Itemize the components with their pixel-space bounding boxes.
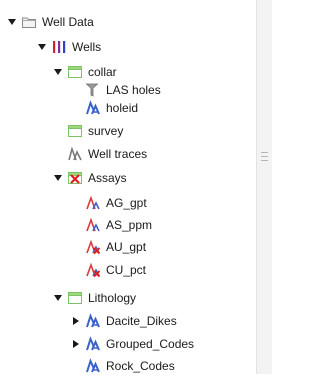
well-data-tree: Well Data Wells collar LAS holes holeid bbox=[0, 0, 256, 374]
tree-node-las-holes[interactable]: LAS holes bbox=[85, 80, 161, 100]
numeric-column-error-icon bbox=[85, 239, 101, 255]
tree-node-label: Lithology bbox=[88, 291, 137, 305]
category-column-icon bbox=[85, 336, 101, 352]
tree-node-label: Assays bbox=[88, 171, 127, 185]
tree-node-label: survey bbox=[88, 124, 124, 138]
tree-node-label: Grouped_Codes bbox=[106, 337, 195, 351]
tree-node-as-ppm[interactable]: AS_ppm bbox=[85, 215, 152, 235]
tree-node-well-data[interactable]: Well Data bbox=[6, 12, 94, 32]
category-column-icon bbox=[85, 100, 101, 116]
tree-node-label: holeid bbox=[106, 101, 139, 115]
vertical-scrollbar[interactable] bbox=[256, 0, 272, 374]
table-icon bbox=[67, 123, 83, 139]
tree-node-dacite-dikes[interactable]: Dacite_Dikes bbox=[70, 311, 177, 331]
table-icon bbox=[67, 290, 83, 306]
tree-node-assays[interactable]: Assays bbox=[52, 168, 127, 188]
expand-arrow-icon[interactable] bbox=[52, 292, 64, 304]
collapse-arrow-icon[interactable] bbox=[70, 338, 82, 350]
category-column-icon bbox=[85, 358, 101, 374]
tree-node-label: Wells bbox=[72, 40, 102, 54]
tree-node-label: Well Data bbox=[42, 15, 94, 29]
assays-table-icon bbox=[67, 170, 83, 186]
tree-node-label: Well traces bbox=[88, 147, 148, 161]
expand-arrow-icon[interactable] bbox=[52, 172, 64, 184]
numeric-column-icon bbox=[85, 217, 101, 233]
tree-node-label: Dacite_Dikes bbox=[106, 314, 177, 328]
tree-node-survey[interactable]: survey bbox=[67, 121, 123, 141]
tree-node-holeid[interactable]: holeid bbox=[85, 98, 138, 118]
expand-arrow-icon[interactable] bbox=[52, 66, 64, 78]
tree-node-label: Rock_Codes bbox=[106, 359, 175, 373]
numeric-column-error-icon bbox=[85, 262, 101, 278]
las-holes-icon bbox=[85, 82, 101, 98]
tree-node-label: AU_gpt bbox=[106, 240, 147, 254]
scrollbar-grip-icon[interactable] bbox=[261, 152, 268, 161]
wells-icon bbox=[51, 39, 67, 55]
tree-node-label: CU_pct bbox=[106, 263, 147, 277]
tree-node-wells[interactable]: Wells bbox=[36, 37, 101, 57]
tree-node-label: LAS holes bbox=[106, 83, 161, 97]
tree-node-lithology[interactable]: Lithology bbox=[52, 288, 136, 308]
tree-node-au-gpt[interactable]: AU_gpt bbox=[85, 237, 146, 257]
table-icon bbox=[67, 64, 83, 80]
tree-node-label: AG_gpt bbox=[106, 196, 147, 210]
expand-arrow-icon[interactable] bbox=[36, 41, 48, 53]
expand-arrow-icon[interactable] bbox=[6, 16, 18, 28]
collapse-arrow-icon[interactable] bbox=[70, 315, 82, 327]
numeric-column-icon bbox=[85, 195, 101, 211]
tree-node-ag-gpt[interactable]: AG_gpt bbox=[85, 193, 147, 213]
well-traces-icon bbox=[67, 146, 83, 162]
tree-node-grouped-codes[interactable]: Grouped_Codes bbox=[70, 334, 194, 354]
tree-node-label: AS_ppm bbox=[106, 218, 153, 232]
category-column-icon bbox=[85, 313, 101, 329]
tree-node-rock-codes[interactable]: Rock_Codes bbox=[85, 356, 175, 376]
tree-node-well-traces[interactable]: Well traces bbox=[67, 144, 147, 164]
folder-icon bbox=[21, 14, 37, 30]
tree-node-collar[interactable]: collar bbox=[52, 62, 117, 82]
tree-node-label: collar bbox=[88, 65, 117, 79]
tree-node-cu-pct[interactable]: CU_pct bbox=[85, 260, 146, 280]
